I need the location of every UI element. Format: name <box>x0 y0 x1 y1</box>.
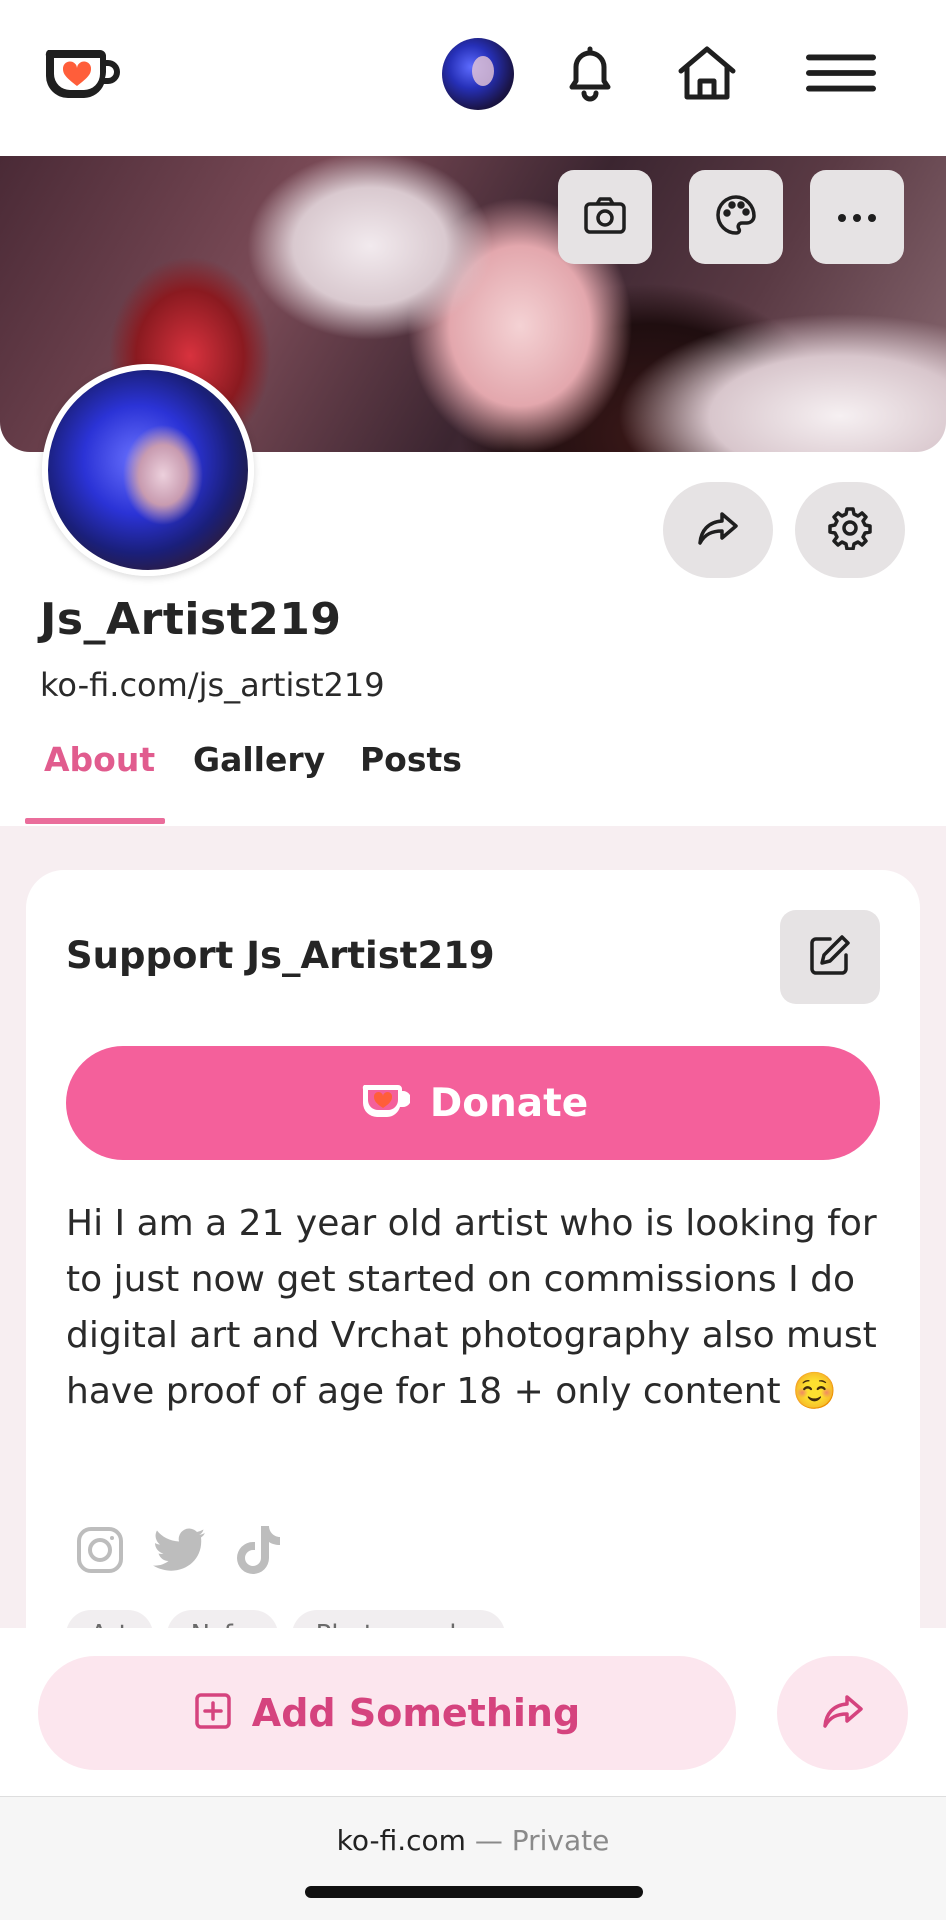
profile-avatar[interactable] <box>42 364 254 576</box>
tiktok-icon[interactable] <box>230 1520 290 1580</box>
camera-button[interactable] <box>558 170 652 264</box>
profile-tabs: About Gallery Posts <box>0 740 946 824</box>
share-icon <box>696 510 740 550</box>
home-indicator[interactable] <box>305 1886 643 1898</box>
instagram-icon[interactable] <box>70 1520 130 1580</box>
browser-address-text[interactable]: ko-fi.com — Private <box>0 1824 946 1857</box>
more-icon <box>837 208 877 227</box>
header-avatar[interactable] <box>442 38 514 110</box>
donate-button[interactable]: Donate <box>66 1046 880 1160</box>
menu-icon[interactable] <box>806 38 876 108</box>
browser-address-bar[interactable] <box>0 1796 946 1920</box>
share-page-button[interactable] <box>777 1656 908 1770</box>
edit-icon <box>808 933 852 981</box>
palette-icon <box>714 193 758 241</box>
tab-about[interactable]: About <box>44 740 155 779</box>
plus-square-icon <box>194 1692 232 1734</box>
add-something-label: Add Something <box>251 1691 581 1735</box>
kofi-cup-icon <box>358 1079 411 1127</box>
kofi-logo-icon[interactable] <box>40 40 120 108</box>
tab-posts[interactable]: Posts <box>360 740 462 779</box>
profile-username: Js_Artist219 <box>40 594 342 645</box>
private-mode-label: Private <box>511 1824 610 1857</box>
home-icon[interactable] <box>672 38 742 108</box>
address-separator: — <box>474 1824 503 1857</box>
social-links <box>70 1520 290 1580</box>
gear-icon <box>828 506 872 554</box>
profile-bio: Hi I am a 21 year old artist who is look… <box>66 1203 877 1412</box>
top-nav-bar <box>0 0 946 156</box>
settings-button[interactable] <box>795 482 905 578</box>
address-domain: ko-fi.com <box>336 1824 466 1857</box>
camera-icon <box>583 195 627 239</box>
twitter-icon[interactable] <box>150 1520 210 1580</box>
add-something-button[interactable]: Add Something <box>38 1656 736 1770</box>
profile-url[interactable]: ko-fi.com/js_artist219 <box>40 666 385 704</box>
share-icon <box>821 1693 865 1733</box>
active-tab-indicator <box>25 818 165 824</box>
donate-label: Donate <box>429 1080 589 1126</box>
theme-palette-button[interactable] <box>689 170 783 264</box>
support-title: Support Js_Artist219 <box>66 934 495 977</box>
edit-support-button[interactable] <box>780 910 880 1004</box>
tab-gallery[interactable]: Gallery <box>193 740 325 779</box>
share-profile-button[interactable] <box>663 482 773 578</box>
more-options-button[interactable] <box>810 170 904 264</box>
bell-icon[interactable] <box>555 38 625 108</box>
